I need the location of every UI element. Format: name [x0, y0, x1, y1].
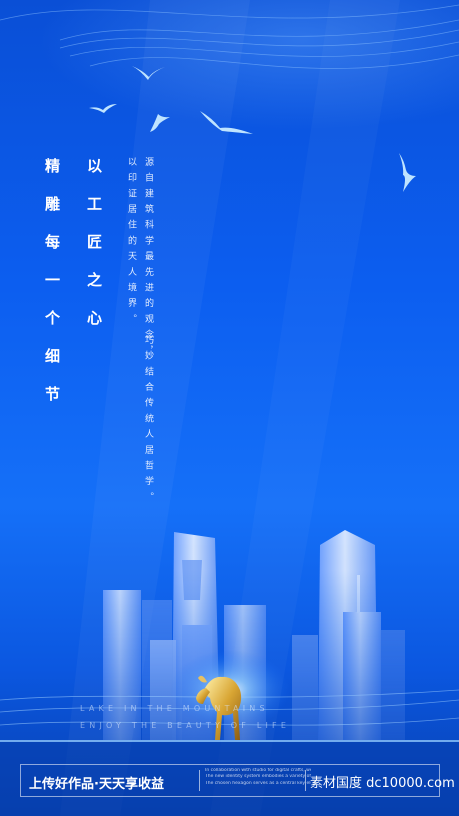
body-column-1: 源自建筑科学最先进的观念，	[143, 157, 153, 362]
body-column-2: 以印证居住的天人境界。	[126, 157, 136, 330]
english-tagline-2: ENJOY THE BEAUTY OF LIFE	[80, 721, 291, 730]
footer-small-line: The chosen hexagon serves as a central k…	[205, 780, 311, 786]
headline-column-2: 精雕每一个细节	[43, 158, 61, 424]
footer-small-line: The new identity system embodies a varie…	[205, 774, 311, 780]
watermark-footer: 上传好作品·天天享收益 In collaboration with studio…	[20, 764, 455, 797]
english-tagline-1: LAKE IN THE MOUNTAINS	[80, 704, 269, 713]
background-artwork	[0, 0, 459, 816]
poster: 以工匠之心 精雕每一个细节 源自建筑科学最先进的观念， 以印证居住的天人境界。 …	[0, 0, 459, 816]
body-column-3: 巧妙结合传统人居哲学。	[143, 335, 153, 508]
footer-divider	[305, 770, 306, 791]
footer-divider	[199, 770, 200, 791]
footer-small-text: In collaboration with studio for digital…	[205, 768, 311, 787]
headline-column-1: 以工匠之心	[85, 158, 103, 348]
footer-left-text: 上传好作品·天天享收益	[29, 777, 164, 792]
footer-right-text: 素材国度 dc10000.com	[310, 776, 455, 791]
